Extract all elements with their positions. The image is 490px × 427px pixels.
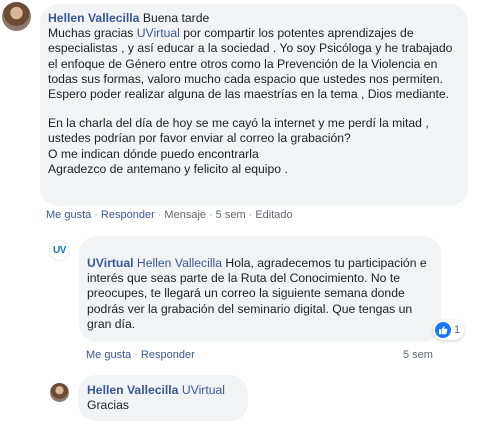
mention-uvirtual[interactable]: UVirtual [137,26,180,40]
separator-dot: · [248,209,253,221]
comment-paragraph-2: En la charla del día de hoy se me cayó l… [48,116,456,177]
avatar-hellen[interactable] [2,2,31,31]
comment-line-3: Agradezco de antemano y felicito al equi… [48,161,288,176]
timestamp[interactable]: 5 sem [216,209,246,221]
comment-line-2: O me indican dónde puedo encontrarla [48,146,259,161]
separator-dot: · [134,349,138,361]
reply-button[interactable]: Responder [101,209,155,221]
like-button[interactable]: Me gusta [46,209,91,221]
mention-hellen[interactable]: Hellen Vallecilla [137,256,222,270]
comment-author[interactable]: Hellen Vallecilla [48,11,139,25]
nested-reply-body: Gracias [87,398,129,413]
reply-button[interactable]: Responder [141,349,195,361]
avatar-uvirtual[interactable]: UV [49,240,70,261]
reply-bubble-uvirtual: UVirtual Hellen Vallecilla Hola, agradec… [79,236,441,342]
separator-dot: · [209,209,213,221]
comment-bubble-hellen: Hellen Vallecilla Buena tarde Muchas gra… [40,4,468,206]
thumbs-up-icon [435,322,451,338]
reaction-count: 1 [454,324,461,336]
edited-label: Editado [255,209,293,221]
reply-timestamp[interactable]: 5 sem [403,349,433,361]
reply-text: UVirtual Hellen Vallecilla Hola, agradec… [87,256,429,332]
nested-reply-author[interactable]: Hellen Vallecilla [87,383,178,397]
comment-text: Hellen Vallecilla Buena tarde Muchas gra… [48,11,456,102]
reply-actions: Me gusta · Responder [86,349,195,361]
uvirtual-logo-icon: UV [53,245,66,256]
nested-reply-text: Hellen Vallecilla UVirtual Gracias [87,383,236,413]
comment-line-1: En la charla del día de hoy se me cayó l… [48,116,429,146]
mention-uvirtual-2[interactable]: UVirtual [182,383,225,397]
like-button[interactable]: Me gusta [86,349,131,361]
reply-bubble-hellen: Hellen Vallecilla UVirtual Gracias [78,375,248,421]
reaction-badge[interactable]: 1 [433,320,465,340]
comment-actions: Me gusta · Responder · Mensaje · 5 sem · Editado [46,209,293,221]
message-label[interactable]: Mensaje [164,209,206,221]
separator-dot: · [94,209,98,221]
reply-author[interactable]: UVirtual [87,256,134,270]
comment-body-start: Muchas gracias [48,26,137,41]
avatar-hellen-small[interactable] [50,383,69,402]
separator-dot: · [157,209,162,221]
comment-greeting: Buena tarde [139,11,210,25]
